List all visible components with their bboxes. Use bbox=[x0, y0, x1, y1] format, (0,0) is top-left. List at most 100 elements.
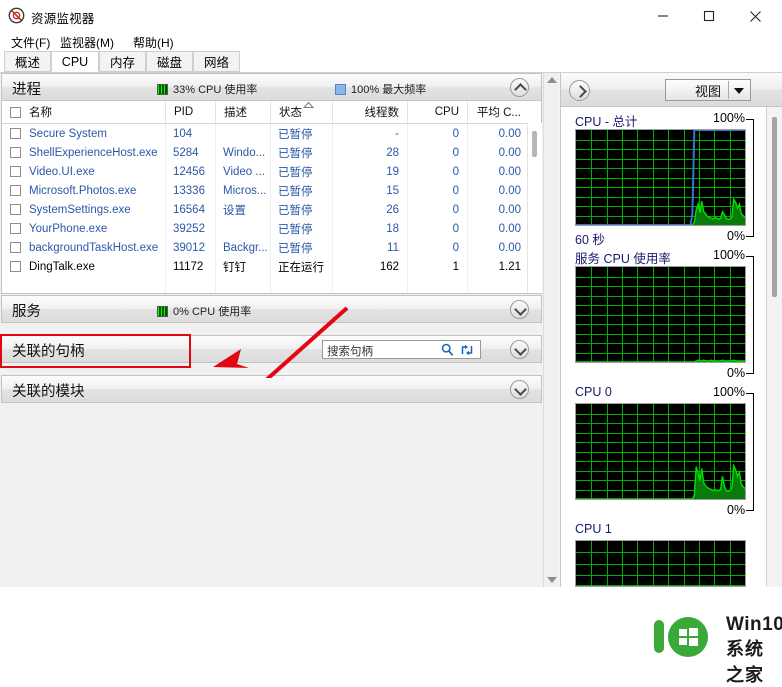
column-header-name[interactable]: 名称 bbox=[2, 101, 165, 123]
chevron-down-icon[interactable] bbox=[510, 340, 529, 359]
cell-avgcpu: 0.00 bbox=[498, 127, 521, 140]
column-header-avg-cpu[interactable]: 平均 C... bbox=[467, 101, 529, 123]
cell-status: 已暂停 bbox=[278, 166, 313, 179]
table-row[interactable]: Microsoft.Photos.exe 13336 Micros... 已暂停 15 0… bbox=[2, 181, 541, 200]
column-header-status[interactable]: 状态 bbox=[270, 101, 332, 123]
cell-status: 已暂停 bbox=[278, 223, 313, 236]
cell-threads: 28 bbox=[386, 146, 399, 159]
graph-cpu-0-title: CPU 0 bbox=[575, 385, 612, 399]
menu-bar: 文件(F) 监视器(M) 帮助(H) bbox=[0, 31, 782, 51]
process-table-scrollbar[interactable] bbox=[527, 123, 542, 293]
tab-cpu[interactable]: CPU bbox=[51, 51, 99, 72]
processes-section-header[interactable]: 进程 33% CPU 使用率 100% 最大频率 bbox=[1, 73, 542, 101]
scroll-up-arrow-icon[interactable] bbox=[546, 77, 557, 83]
scroll-down-arrow-icon[interactable] bbox=[546, 577, 557, 583]
cell-name: Microsoft.Photos.exe bbox=[2, 181, 165, 200]
row-checkbox[interactable] bbox=[10, 166, 21, 177]
row-checkbox[interactable] bbox=[10, 204, 21, 215]
cell-avgcpu: 1.21 bbox=[498, 260, 521, 273]
row-checkbox[interactable] bbox=[10, 242, 21, 253]
minimize-button[interactable] bbox=[640, 0, 686, 32]
tab-memory[interactable]: 内存 bbox=[99, 51, 146, 72]
right-pane-scrollbar[interactable] bbox=[766, 107, 782, 587]
column-header-description[interactable]: 描述 bbox=[215, 101, 270, 123]
caret-down-icon bbox=[734, 88, 744, 94]
table-row[interactable]: backgroundTaskHost.exe 39012 Backgr... 已暂停 1… bbox=[2, 238, 541, 257]
cell-status: 已暂停 bbox=[278, 147, 313, 160]
tab-network[interactable]: 网络 bbox=[193, 51, 240, 72]
chevron-up-icon[interactable] bbox=[510, 78, 529, 97]
select-all-checkbox[interactable] bbox=[10, 106, 21, 118]
column-header-pid[interactable]: PID bbox=[165, 101, 215, 123]
cell-avgcpu: 0.00 bbox=[498, 241, 521, 254]
table-row[interactable]: Secure System 104 已暂停 - 0 0.00 bbox=[2, 124, 541, 143]
cell-name: YourPhone.exe bbox=[2, 219, 165, 238]
maximize-button[interactable] bbox=[686, 0, 732, 32]
graph-cpu-total-plot bbox=[575, 129, 746, 226]
green-swatch-icon bbox=[157, 305, 168, 317]
cell-pid: 104 bbox=[173, 127, 193, 140]
graph-cpu-0-plot bbox=[575, 403, 746, 500]
refresh-arrows-icon[interactable] bbox=[460, 343, 474, 362]
cell-avgcpu: 0.00 bbox=[498, 165, 521, 178]
row-checkbox[interactable] bbox=[10, 185, 21, 196]
modules-title: 关联的模块 bbox=[12, 384, 85, 400]
column-header-threads[interactable]: 线程数 bbox=[332, 101, 407, 123]
cell-name-label: YourPhone.exe bbox=[29, 222, 108, 235]
table-row[interactable]: SystemSettings.exe 16564 设置 已暂停 26 0 0.00 bbox=[2, 200, 541, 219]
cell-threads: 19 bbox=[386, 165, 399, 178]
left-pane: 进程 33% CPU 使用率 100% 最大频率 名称 PID 描述 状态 线程… bbox=[0, 73, 543, 587]
cell-threads: 11 bbox=[387, 241, 399, 254]
handles-section-header[interactable]: 关联的句柄 搜索句柄 bbox=[1, 335, 542, 363]
cell-name-label: SystemSettings.exe bbox=[29, 203, 131, 216]
chevron-down-icon[interactable] bbox=[510, 300, 529, 319]
magnifier-icon[interactable] bbox=[441, 343, 454, 362]
right-pane-scroll-thumb[interactable] bbox=[772, 117, 777, 297]
graph-services-cpu-max: 100% bbox=[713, 248, 745, 262]
cell-cpu: 0 bbox=[452, 241, 459, 254]
cpu-usage-legend: 33% CPU 使用率 bbox=[157, 81, 257, 97]
cell-threads: 26 bbox=[386, 203, 399, 216]
tab-overview[interactable]: 概述 bbox=[4, 51, 51, 72]
left-pane-empty-area bbox=[1, 403, 542, 587]
row-checkbox[interactable] bbox=[10, 147, 21, 158]
row-checkbox[interactable] bbox=[10, 223, 21, 234]
cell-desc bbox=[215, 219, 270, 238]
processes-title: 进程 bbox=[12, 82, 41, 98]
table-header-row: 名称 PID 描述 状态 线程数 CPU 平均 C... bbox=[2, 101, 541, 124]
chevron-down-icon[interactable] bbox=[510, 380, 529, 399]
cell-name: Secure System bbox=[2, 124, 165, 143]
cell-name-label: ShellExperienceHost.exe bbox=[29, 146, 158, 159]
cell-cpu: 0 bbox=[452, 127, 459, 140]
view-button[interactable]: 视图 bbox=[665, 79, 751, 101]
handle-search-input[interactable]: 搜索句柄 bbox=[322, 340, 481, 359]
close-button[interactable] bbox=[732, 0, 778, 32]
right-pane-header: 视图 bbox=[560, 73, 782, 107]
watermark-line1: Win10 bbox=[726, 614, 782, 635]
tab-disk[interactable]: 磁盘 bbox=[146, 51, 193, 72]
graph-cpu-0-scale-bracket bbox=[746, 393, 754, 511]
table-row[interactable]: ShellExperienceHost.exe 5284 Windo... 已暂停 28… bbox=[2, 143, 541, 162]
cell-threads: 18 bbox=[386, 222, 399, 235]
table-row[interactable]: DingTalk.exe 11172 钉钉 正在运行 162 1 1.21 bbox=[2, 257, 541, 276]
services-title: 服务 bbox=[12, 304, 41, 320]
blue-swatch-icon bbox=[335, 83, 346, 95]
row-checkbox[interactable] bbox=[10, 128, 21, 139]
cell-cpu: 0 bbox=[452, 146, 459, 159]
left-pane-scrollbar[interactable] bbox=[543, 73, 559, 587]
column-header-cpu[interactable]: CPU bbox=[407, 101, 467, 123]
cell-status: 已暂停 bbox=[278, 242, 313, 255]
table-row[interactable]: YourPhone.exe 39252 已暂停 18 0 0.00 bbox=[2, 219, 541, 238]
table-body: Secure System 104 已暂停 - 0 0.00 ShellExperience… bbox=[2, 124, 541, 276]
modules-section-header[interactable]: 关联的模块 bbox=[1, 375, 542, 403]
row-checkbox[interactable] bbox=[10, 261, 21, 272]
cell-desc: 钉钉 bbox=[223, 261, 246, 274]
cell-threads: - bbox=[395, 127, 399, 140]
chevron-right-icon[interactable] bbox=[569, 80, 590, 101]
view-button-label: 视图 bbox=[694, 83, 721, 99]
process-table-scroll-thumb[interactable] bbox=[532, 131, 537, 157]
table-row[interactable]: Video.UI.exe 12456 Video ... 已暂停 19 0 0.00 bbox=[2, 162, 541, 181]
services-section-header[interactable]: 服务 0% CPU 使用率 bbox=[1, 295, 542, 323]
graph-cpu-1-title: CPU 1 bbox=[575, 522, 612, 536]
cell-name-label: Video.UI.exe bbox=[29, 165, 95, 178]
